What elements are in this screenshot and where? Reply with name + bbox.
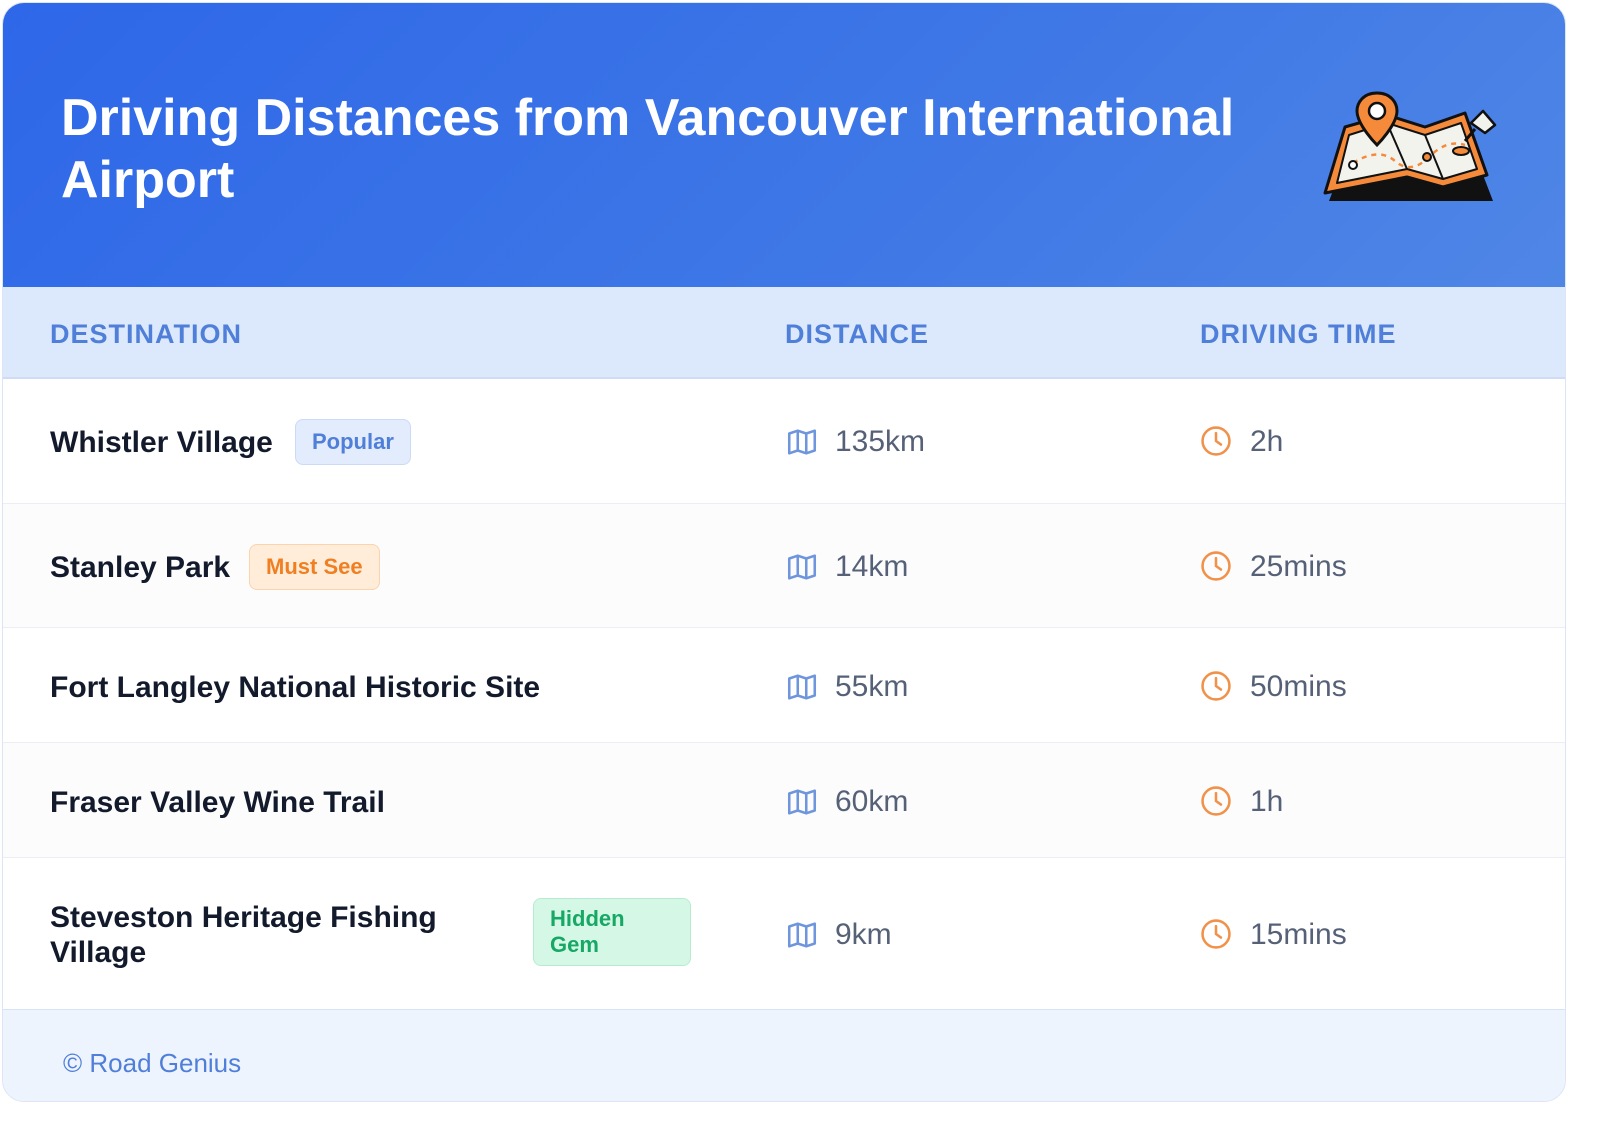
page-title: Driving Distances from Vancouver Interna…	[61, 89, 1235, 209]
distance-card: Driving Distances from Vancouver Interna…	[2, 2, 1566, 1102]
driving-time-value: 1h	[1250, 785, 1284, 818]
footer: © Road Genius	[3, 1009, 1565, 1101]
distance-value: 14km	[835, 550, 909, 583]
table-row: Whistler Village Popular 135km 2h	[3, 379, 1565, 504]
must-see-badge: Must See	[249, 544, 380, 590]
driving-time-value: 15mins	[1250, 918, 1347, 951]
map-icon	[787, 674, 817, 700]
table-row: Stanley Park Must See 14km 25mins	[3, 504, 1565, 628]
clock-icon	[1201, 551, 1231, 581]
hidden-gem-badge: Hidden Gem	[533, 898, 691, 966]
clock-icon	[1201, 786, 1231, 816]
driving-time-value: 50mins	[1250, 670, 1347, 703]
popular-badge: Popular	[295, 419, 411, 465]
distance-value: 60km	[835, 785, 909, 818]
table-row: Fort Langley National Historic Site 55km…	[3, 628, 1565, 743]
destination-name: Fort Langley National Historic Site	[50, 671, 541, 704]
table-row: Fraser Valley Wine Trail 60km 1h	[3, 743, 1565, 858]
driving-time-value: 25mins	[1250, 550, 1347, 583]
clock-icon	[1201, 671, 1231, 701]
map-icon	[787, 554, 817, 580]
destination-name: Whistler Village	[50, 426, 273, 459]
header-banner: Driving Distances from Vancouver Interna…	[3, 3, 1565, 287]
destination-name: Fraser Valley Wine Trail	[50, 786, 385, 819]
column-header-destination: DESTINATION	[50, 319, 242, 349]
distance-value: 9km	[835, 918, 892, 951]
folded-map-with-location-pin-icon	[1323, 91, 1497, 201]
destination-name: Steveston Heritage Fishing Village	[50, 901, 437, 969]
map-icon	[787, 429, 817, 455]
driving-time-value: 2h	[1250, 425, 1284, 458]
distance-value: 55km	[835, 670, 909, 703]
distance-value: 135km	[835, 425, 926, 458]
clock-icon	[1201, 426, 1231, 456]
map-icon	[787, 922, 817, 948]
column-header-driving-time: DRIVING TIME	[1200, 319, 1397, 349]
footer-credit: © Road Genius	[63, 1048, 242, 1078]
clock-icon	[1201, 919, 1231, 949]
table-row: Steveston Heritage Fishing Village Hidde…	[3, 858, 1565, 1009]
column-header-distance: DISTANCE	[785, 319, 930, 349]
map-icon	[787, 789, 817, 815]
destination-name: Stanley Park	[50, 551, 231, 584]
table-header: DESTINATION DISTANCE DRIVING TIME	[3, 287, 1565, 379]
